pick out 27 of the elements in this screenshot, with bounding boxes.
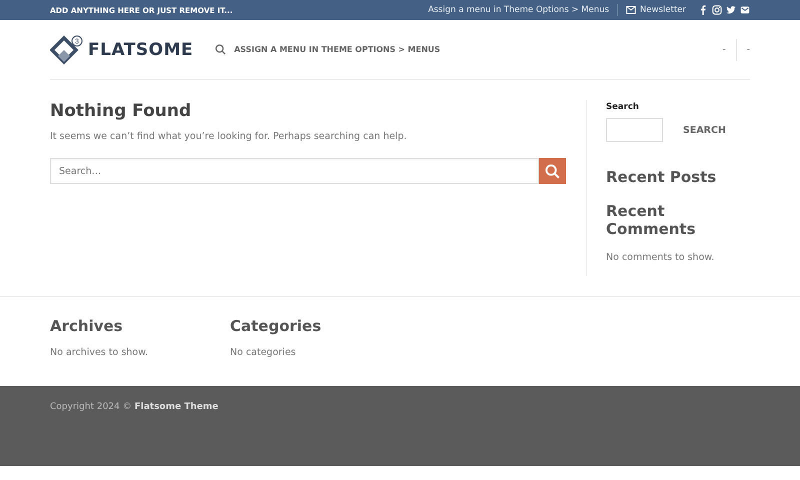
search-field[interactable] [606,118,663,142]
header-menu-item[interactable]: - [722,44,726,54]
bird-icon[interactable] [726,5,736,15]
search-icon [545,164,560,178]
search-button[interactable] [539,158,566,184]
envelope-icon [626,6,636,14]
newsletter-link[interactable]: Newsletter [626,5,686,15]
widget-title: Archives [50,317,124,335]
message-text: It seems we can’t find what you’re looking for. Perhaps searching can help. [50,131,408,142]
envelope-icon[interactable] [740,5,750,15]
search-icon[interactable] [215,44,226,55]
widget-text: No archives to show. [50,347,150,358]
search-field[interactable]: Search… [50,158,539,184]
widget-text: No comments to show. [606,252,716,263]
widget-title: Recent Comments [606,202,697,238]
page-title: Nothing Found [50,101,192,121]
widget-title: Categories [230,317,322,335]
header-menu-item[interactable]: - [746,44,750,54]
widget-text: No categories [230,347,297,358]
search-button[interactable]: SEARCH [671,124,738,136]
instagram-icon[interactable] [712,5,722,15]
search-label: Search [606,102,640,112]
facebook-icon[interactable] [698,5,708,15]
widget-title: Recent Posts [606,168,718,186]
nav-link[interactable]: ASSIGN A MENU IN THEME OPTIONS > MENUS [234,45,440,54]
copyright-text: Copyright 2024 © Flatsome Theme [50,402,218,412]
menu-link[interactable]: Assign a menu in Theme Options > Menus [428,5,610,15]
